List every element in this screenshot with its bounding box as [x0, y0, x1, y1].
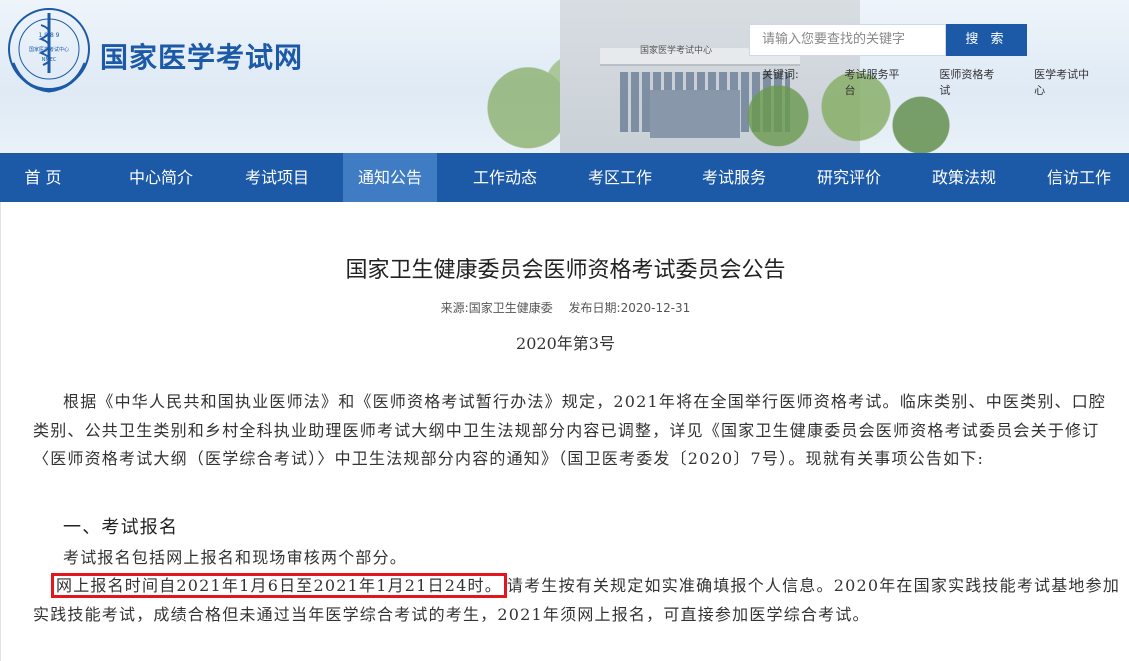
article-paragraph: 根据《中华人民共和国执业医师法》和《医师资格考试暂行办法》规定，2021年将在全… [33, 392, 1107, 468]
logo-org: 国家医学考试中心 [29, 46, 69, 53]
nav-about[interactable]: 中心简介 [112, 153, 210, 202]
keywords-label: 关键词: [762, 68, 799, 81]
nav-research[interactable]: 研究评价 [800, 153, 898, 202]
search-button[interactable]: 搜 索 [946, 24, 1027, 56]
site-name[interactable]: 国家医学考试网 [100, 36, 303, 76]
article-date: 发布日期:2020-12-31 [568, 301, 691, 315]
nav-policies[interactable]: 政策法规 [915, 153, 1013, 202]
nav-notices[interactable]: 通知公告 [343, 153, 437, 202]
nav-regional-work[interactable]: 考区工作 [571, 153, 669, 202]
main-nav: 首 页 中心简介 考试项目 通知公告 工作动态 考区工作 考试服务 研究评价 政… [0, 153, 1129, 202]
nmec-logo-icon[interactable]: 1 9 8 9 国家医学考试中心 NMEC [3, 3, 95, 95]
highlighted-registration-time: 网上报名时间自2021年1月6日至2021年1月21日24时。 [51, 573, 507, 598]
keyword-link[interactable]: 考试服务平台 [845, 66, 910, 98]
keyword-link[interactable]: 医师资格考试 [939, 66, 1004, 98]
site-header: 国家医学考试中心 1 9 8 9 国家医学考试中心 NMEC 国家医学考试网 请… [0, 0, 1129, 153]
article-source: 来源:国家卫生健康委 [440, 301, 553, 315]
keyword-links: 关键词: 考试服务平台 医师资格考试 医学考试中心 [762, 66, 1129, 98]
building-sign: 国家医学考试中心 [640, 46, 713, 56]
article-meta: 来源:国家卫生健康委 发布日期:2020-12-31 [1, 299, 1129, 316]
logo-abbr: NMEC [42, 57, 57, 63]
section-heading: 一、考试报名 [63, 517, 179, 538]
article-doc-number: 2020年第3号 [516, 334, 615, 353]
article-paragraph: 网上报名时间自2021年1月6日至2021年1月21日24时。 请考生按有关规定如… [33, 572, 1123, 629]
keyword-link[interactable]: 医学考试中心 [1034, 66, 1099, 98]
logo-year: 1 9 8 9 [39, 32, 60, 39]
nav-petitions[interactable]: 信访工作 [1030, 153, 1128, 202]
nav-exam-services[interactable]: 考试服务 [685, 153, 783, 202]
nav-home[interactable]: 首 页 [0, 153, 86, 202]
article-title: 国家卫生健康委员会医师资格考试委员会公告 [345, 258, 786, 283]
search-input[interactable]: 请输入您要查找的关键字 [749, 24, 946, 56]
nav-exam-programs[interactable]: 考试项目 [228, 153, 326, 202]
article-content: 国家卫生健康委员会医师资格考试委员会公告 来源:国家卫生健康委 发布日期:202… [0, 202, 1129, 661]
article-paragraph: 考试报名包括网上报名和现场审核两个部分。 [63, 548, 408, 567]
nav-news[interactable]: 工作动态 [456, 153, 554, 202]
